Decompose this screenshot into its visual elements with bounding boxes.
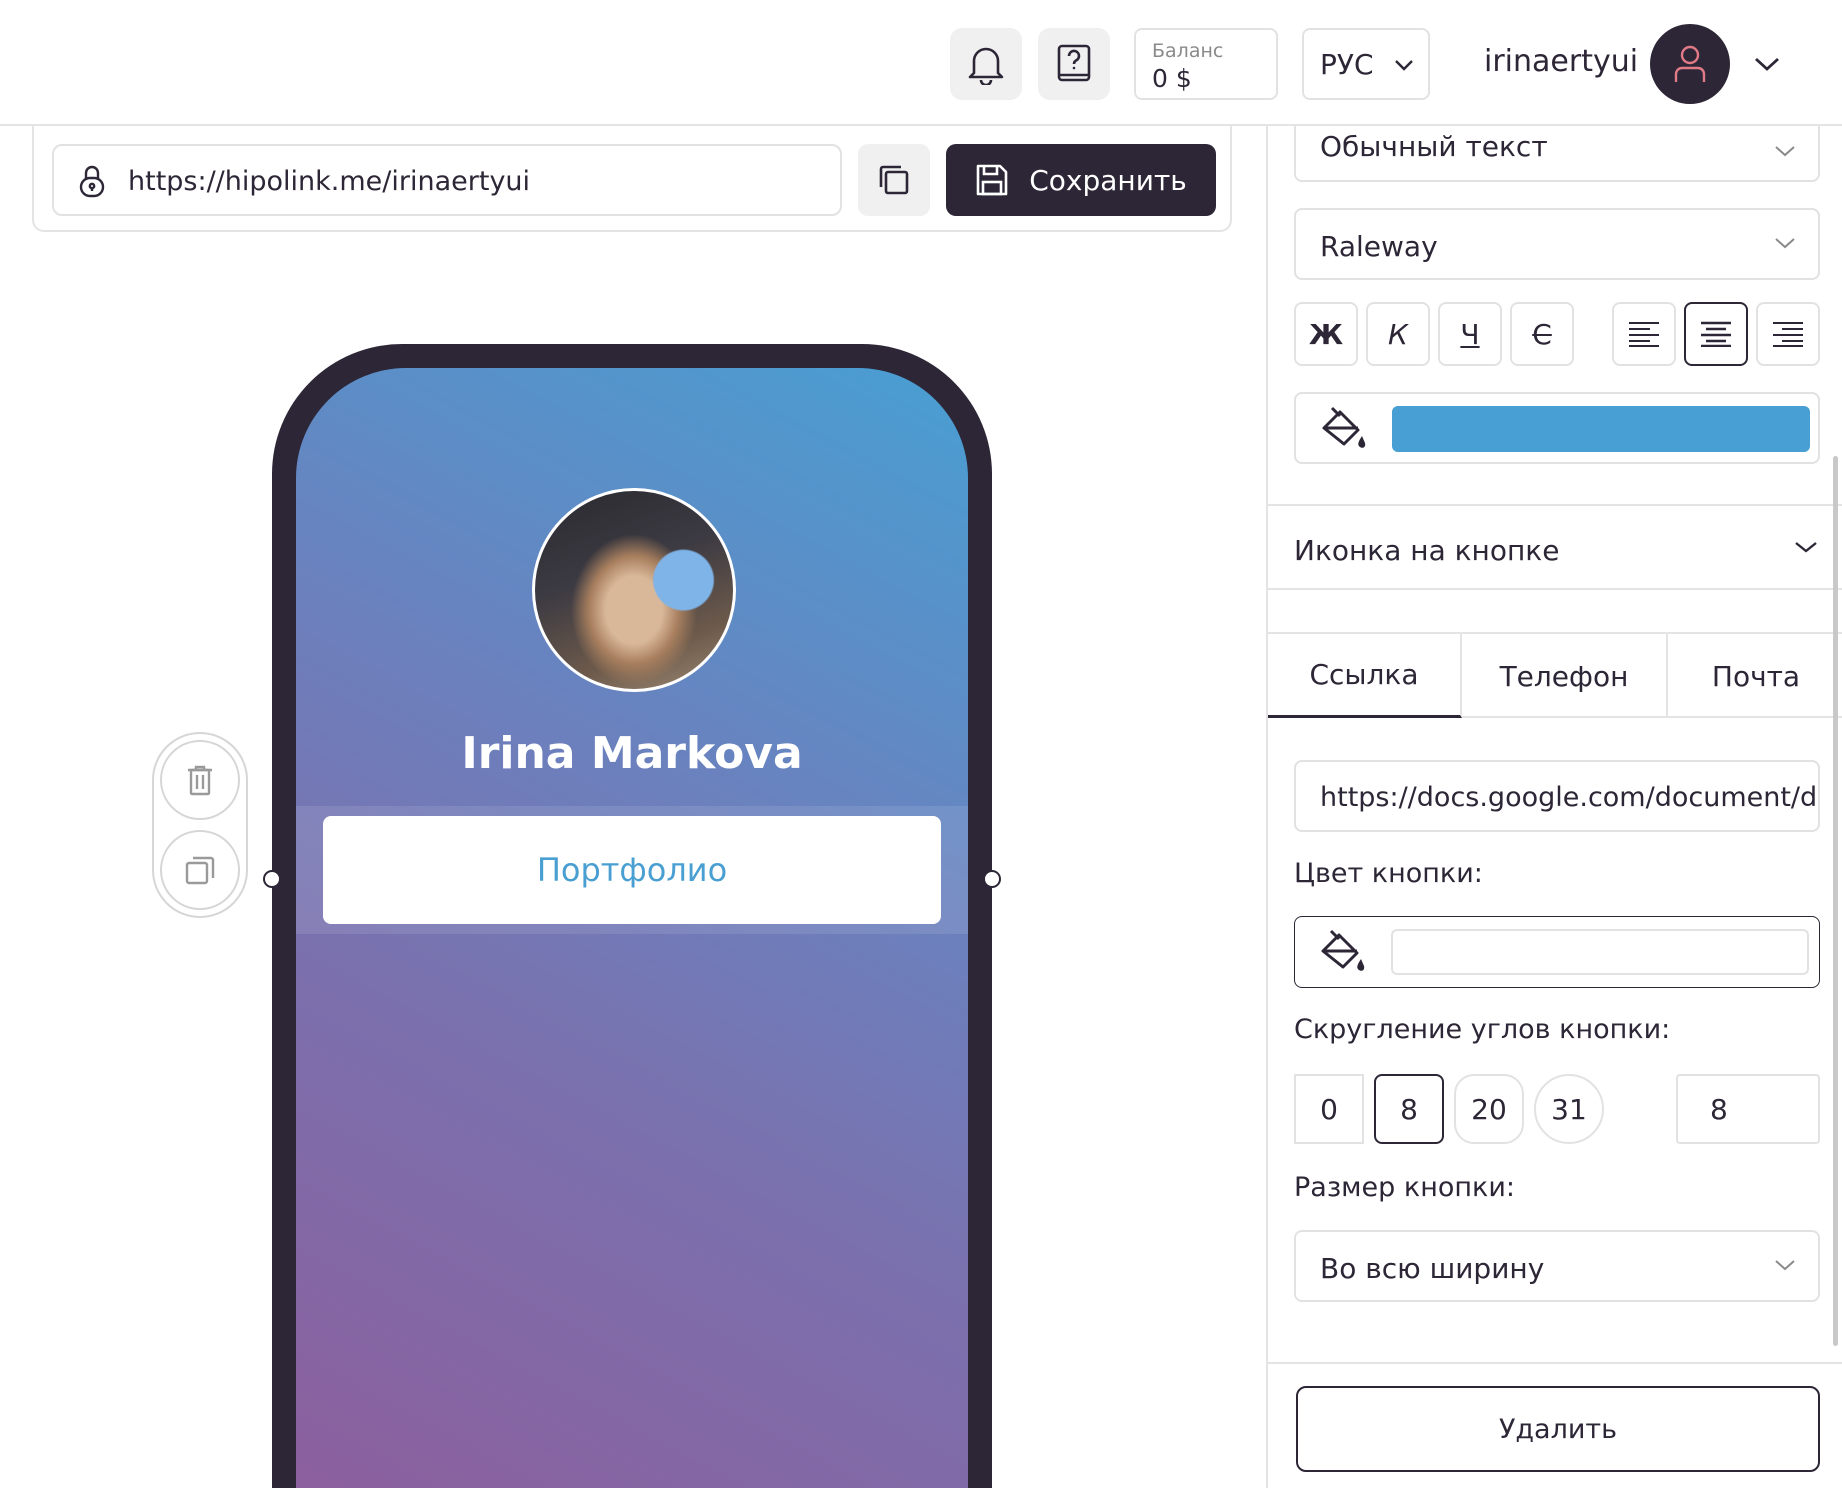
language-select[interactable]: РУС	[1302, 28, 1430, 100]
resize-handle-right[interactable]	[983, 870, 1001, 888]
link-type-tabs: Ссылка Телефон Почта	[1268, 632, 1842, 718]
font-family-value: Raleway	[1320, 230, 1438, 263]
delete-button[interactable]: Удалить	[1296, 1386, 1820, 1472]
chevron-down-icon	[1775, 238, 1795, 249]
strikethrough-button[interactable]: С	[1510, 302, 1574, 366]
help-book-icon	[1057, 44, 1091, 82]
username[interactable]: irinaertyui	[1484, 44, 1638, 79]
chevron-down-icon	[1775, 1260, 1795, 1271]
floppy-disk-icon	[976, 164, 1008, 196]
align-right-button[interactable]	[1756, 302, 1820, 366]
resize-handle-left[interactable]	[263, 870, 281, 888]
panel-scrollbar[interactable]	[1833, 456, 1838, 1346]
button-size-label: Размер кнопки:	[1294, 1172, 1515, 1203]
user-icon	[1674, 45, 1706, 82]
tab-phone[interactable]: Телефон	[1462, 634, 1668, 718]
phone-screen: Irina Markova Портфолио	[296, 368, 968, 1488]
duplicate-icon	[185, 856, 215, 885]
chevron-down-icon	[1775, 146, 1795, 157]
chevron-down-icon	[1795, 542, 1817, 553]
save-button[interactable]: Сохранить	[946, 144, 1216, 216]
align-right-icon	[1773, 322, 1803, 347]
paint-bucket-icon	[1322, 406, 1366, 448]
align-left-button[interactable]	[1612, 302, 1676, 366]
balance-box[interactable]: Баланс 0 $	[1134, 28, 1278, 100]
delete-block-button[interactable]	[160, 740, 240, 820]
align-center-icon	[1701, 321, 1731, 347]
copy-icon	[879, 165, 909, 195]
profile-photo[interactable]	[532, 488, 736, 692]
font-family-select[interactable]: Raleway	[1294, 208, 1820, 280]
align-center-button[interactable]	[1684, 302, 1748, 366]
top-header: Баланс 0 $ РУС irinaertyui	[0, 0, 1842, 126]
radius-option-8[interactable]: 8	[1374, 1074, 1444, 1144]
save-button-label: Сохранить	[1029, 163, 1187, 197]
radius-label: Скругление углов кнопки:	[1294, 1014, 1671, 1045]
text-color-swatch	[1392, 406, 1810, 452]
button-color-swatch	[1391, 929, 1809, 975]
account-menu-chevron-icon[interactable]	[1754, 56, 1780, 72]
profile-name[interactable]: Irina Markova	[296, 728, 968, 779]
notifications-button[interactable]	[950, 28, 1022, 100]
paint-bucket-icon	[1321, 929, 1365, 971]
button-icon-section-label: Иконка на кнопке	[1294, 534, 1560, 567]
radius-value-input[interactable]: 8	[1676, 1074, 1820, 1144]
balance-label: Баланс	[1152, 40, 1224, 62]
help-button[interactable]	[1038, 28, 1110, 100]
button-color-picker[interactable]	[1294, 916, 1820, 988]
button-color-label: Цвет кнопки:	[1294, 858, 1483, 889]
text-style-value: Обычный текст	[1320, 130, 1548, 163]
align-left-icon	[1629, 322, 1659, 347]
button-icon-section[interactable]: Иконка на кнопке	[1268, 504, 1842, 590]
balance-value: 0 $	[1152, 64, 1192, 93]
button-settings-panel: Обычный текст Raleway Ж К Ч С Иконка на …	[1266, 126, 1842, 1488]
button-size-select[interactable]: Во всю ширину	[1294, 1230, 1820, 1302]
language-label: РУС	[1320, 48, 1374, 81]
portfolio-link-button[interactable]: Портфолио	[323, 816, 941, 924]
link-url-value: https://docs.google.com/document/d	[1320, 782, 1818, 813]
text-style-select[interactable]: Обычный текст	[1294, 126, 1820, 182]
user-avatar[interactable]	[1650, 24, 1730, 104]
button-size-value: Во всю ширину	[1320, 1252, 1545, 1285]
block-tools	[152, 732, 248, 918]
phone-preview: Irina Markova Портфолио	[263, 344, 1001, 1488]
duplicate-block-button[interactable]	[160, 830, 240, 910]
copy-url-button[interactable]	[858, 144, 930, 216]
tab-email[interactable]: Почта	[1668, 634, 1842, 718]
page-url-text: https://hipolink.me/irinaertyui	[128, 166, 531, 197]
tab-link[interactable]: Ссылка	[1268, 634, 1462, 718]
radius-option-31[interactable]: 31	[1534, 1074, 1604, 1144]
chevron-down-icon	[1395, 60, 1413, 71]
panel-divider	[1268, 1362, 1842, 1364]
underline-button[interactable]: Ч	[1438, 302, 1502, 366]
lock-icon	[79, 165, 105, 198]
page-url-card: https://hipolink.me/irinaertyui Сохранит…	[32, 126, 1232, 232]
italic-button[interactable]: К	[1366, 302, 1430, 366]
trash-icon	[188, 765, 212, 796]
bell-icon	[968, 47, 1004, 85]
link-url-input[interactable]: https://docs.google.com/document/d	[1294, 760, 1820, 832]
radius-option-20[interactable]: 20	[1454, 1074, 1524, 1144]
bold-button[interactable]: Ж	[1294, 302, 1358, 366]
page-url-field[interactable]: https://hipolink.me/irinaertyui	[52, 144, 842, 216]
radius-option-0[interactable]: 0	[1294, 1074, 1364, 1144]
text-color-picker[interactable]	[1294, 392, 1820, 464]
